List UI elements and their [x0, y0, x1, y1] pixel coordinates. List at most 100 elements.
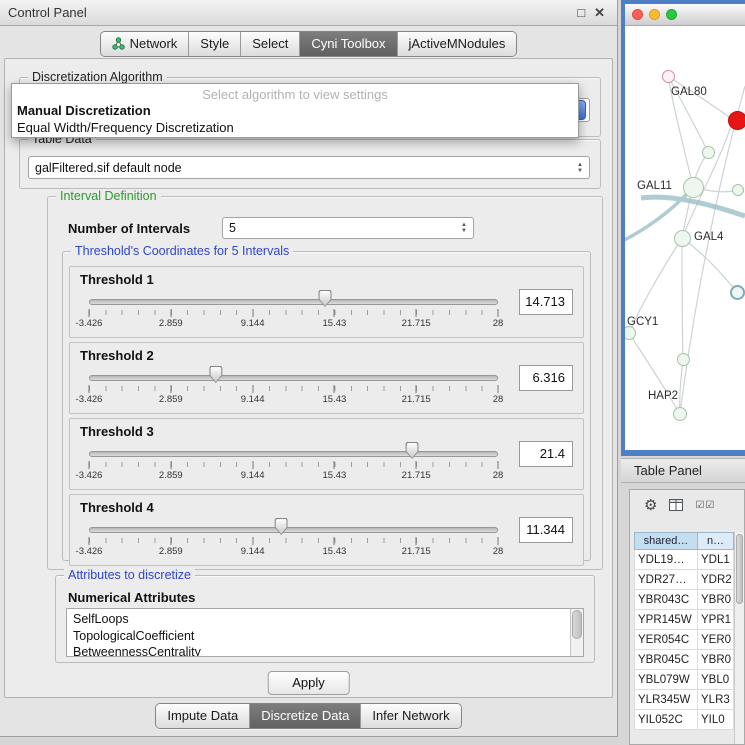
num-intervals-value: 5	[229, 221, 236, 235]
tab-select[interactable]: Select	[240, 32, 299, 56]
threshold-slider[interactable]: -3.4262.8599.14415.4321.71528	[80, 441, 507, 483]
column-header[interactable]: shared…	[634, 532, 698, 550]
slider-tick-labels: -3.4262.8599.14415.4321.71528	[89, 394, 498, 406]
zoom-traffic-light-icon[interactable]	[666, 9, 677, 20]
close-window-icon[interactable]: ✕	[594, 6, 605, 19]
close-traffic-light-icon[interactable]	[632, 9, 643, 20]
table-row[interactable]: YIL052CYIL0	[634, 710, 734, 730]
table-cell: YLR345W	[634, 690, 698, 710]
table-row[interactable]: YDR27…YDR2	[634, 570, 734, 590]
threshold-value-field[interactable]: 11.344	[519, 517, 573, 543]
slider-major-tick	[89, 537, 90, 545]
slider-tick-label: 9.144	[241, 546, 265, 557]
table-data-combo[interactable]: galFiltered.sif default node ▲ ▼	[28, 156, 590, 179]
network-icon	[112, 37, 125, 50]
arrow-down-icon: ▼	[577, 168, 583, 174]
table-row[interactable]: YBL079WYBL0	[634, 670, 734, 690]
table-cell: YIL0	[698, 710, 734, 730]
slider-major-ticks	[89, 538, 498, 546]
network-node[interactable]	[728, 111, 745, 130]
network-node[interactable]	[730, 285, 745, 300]
tab-infer-network[interactable]: Infer Network	[360, 704, 460, 728]
column-header[interactable]: n…	[698, 532, 734, 550]
bottom-tabbar: Impute Data Discretize Data Infer Networ…	[0, 703, 617, 729]
table-cell: YBL0	[698, 670, 734, 690]
network-node[interactable]	[662, 70, 675, 83]
slider-major-tick	[252, 461, 253, 469]
table-row[interactable]: YLR345WYLR3	[634, 690, 734, 710]
threshold-value-field[interactable]: 6.316	[519, 365, 573, 391]
table-row[interactable]: YBR043CYBR0	[634, 590, 734, 610]
network-node[interactable]	[683, 177, 704, 198]
checked-box-icon: ☑	[695, 500, 705, 511]
table-row[interactable]: YER054CYER0	[634, 630, 734, 650]
slider-tick-label: -3.426	[76, 546, 103, 557]
slider-tick-label: 21.715	[402, 546, 431, 557]
num-intervals-label: Number of Intervals	[68, 221, 190, 236]
columns-icon[interactable]	[669, 499, 683, 511]
num-intervals-combo[interactable]: 5 ▲ ▼	[222, 217, 474, 239]
table-scrollbar[interactable]	[734, 532, 744, 744]
slider-track[interactable]	[89, 299, 498, 305]
network-node[interactable]	[674, 230, 691, 247]
threshold-slider[interactable]: -3.4262.8599.14415.4321.71528	[80, 289, 507, 331]
slider-track[interactable]	[89, 527, 498, 533]
slider-track[interactable]	[89, 451, 498, 457]
threshold-slider[interactable]: -3.4262.8599.14415.4321.71528	[80, 365, 507, 407]
slider-tick-label: 21.715	[402, 470, 431, 481]
cyni-toolbox-panel: Discretization Algorithm ▲ ▼ Select algo…	[4, 58, 613, 698]
group-label: Discretization Algorithm	[28, 70, 167, 84]
slider-track[interactable]	[89, 375, 498, 381]
attribute-list-item[interactable]: TopologicalCoefficient	[73, 628, 567, 645]
list-scrollbar[interactable]	[570, 609, 583, 656]
screen: Control Panel □ ✕	[0, 0, 745, 745]
table-panel-toolbar: ⚙ ☑☑	[630, 490, 744, 520]
network-node[interactable]	[677, 353, 690, 366]
network-node[interactable]	[673, 407, 687, 421]
tab-discretize-data[interactable]: Discretize Data	[249, 704, 360, 728]
scrollbar-thumb[interactable]	[736, 534, 743, 604]
slider-tick-label: 15.43	[323, 394, 347, 405]
tab-style[interactable]: Style	[188, 32, 240, 56]
apply-button[interactable]: Apply	[267, 671, 350, 695]
threshold-value-field[interactable]: 21.4	[519, 441, 573, 467]
network-node-label: GAL80	[671, 86, 707, 98]
network-node[interactable]	[702, 146, 715, 159]
select-columns-checkbox-icon[interactable]: ☑☑	[695, 500, 715, 511]
network-window-titlebar[interactable]	[625, 4, 745, 26]
dropdown-option-equal-width-frequency[interactable]: Equal Width/Frequency Discretization	[12, 119, 578, 136]
tab-cyni-toolbox[interactable]: Cyni Toolbox	[299, 32, 396, 56]
slider-major-tick	[416, 309, 417, 317]
threshold-value-field[interactable]: 14.713	[519, 289, 573, 315]
attribute-list-item[interactable]: BetweennessCentrality	[73, 644, 567, 657]
numerical-attributes-list[interactable]: SelfLoopsTopologicalCoefficientBetweenne…	[66, 608, 584, 657]
network-node[interactable]	[732, 184, 744, 196]
slider-major-tick	[334, 461, 335, 469]
group-label: Threshold's Coordinates for 5 Intervals	[71, 244, 293, 258]
dropdown-option-manual-discretization[interactable]: Manual Discretization	[12, 102, 578, 119]
table-row[interactable]: YDL19…YDL1	[634, 550, 734, 570]
tab-impute-data[interactable]: Impute Data	[156, 704, 249, 728]
attribute-list-item[interactable]: SelfLoops	[73, 611, 567, 628]
tab-jactivemnodules[interactable]: jActiveMNodules	[397, 32, 517, 56]
slider-tick-label: 28	[493, 394, 504, 405]
threshold-slider[interactable]: -3.4262.8599.14415.4321.71528	[80, 517, 507, 559]
attributes-group: Attributes to discretize Numerical Attri…	[55, 575, 595, 663]
minimize-traffic-light-icon[interactable]	[649, 9, 660, 20]
gear-icon[interactable]: ⚙	[644, 498, 657, 513]
slider-tick-label: 2.859	[159, 394, 183, 405]
thresholds-group: Threshold's Coordinates for 5 Intervals …	[62, 251, 591, 561]
table-panel-title: Table Panel	[634, 463, 702, 478]
float-window-icon[interactable]: □	[577, 6, 585, 19]
slider-tick-label: 15.43	[323, 470, 347, 481]
table-row[interactable]: YBR045CYBR0	[634, 650, 734, 670]
table-row[interactable]: YPR145WYPR1	[634, 610, 734, 630]
network-canvas[interactable]: GAL80GAL11GAL4GCY1HAP2	[625, 26, 745, 450]
scrollbar-thumb[interactable]	[572, 610, 582, 639]
slider-major-tick	[89, 385, 90, 393]
table-cell: YBR0	[698, 590, 734, 610]
slider-tick-label: 15.43	[323, 318, 347, 329]
table-cell: YBL079W	[634, 670, 698, 690]
slider-tick-label: 15.43	[323, 546, 347, 557]
tab-network[interactable]: Network	[101, 32, 189, 56]
